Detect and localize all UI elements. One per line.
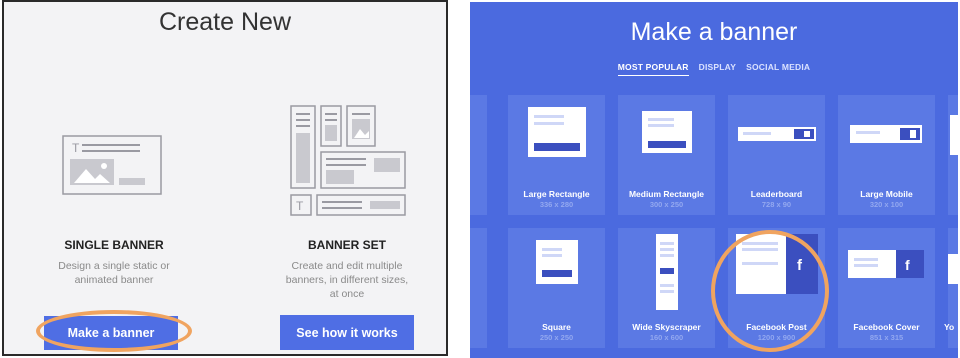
make-a-banner-title: Make a banner	[630, 18, 798, 46]
tile-name: Facebook Post	[746, 322, 807, 332]
svg-text:T: T	[296, 199, 304, 213]
tab-most-popular[interactable]: MOST POPULAR	[617, 62, 689, 76]
facebook-post-icon: f	[736, 234, 818, 294]
banner-set-desc-line: at once	[329, 288, 365, 300]
banner-size-tile[interactable]: Medium Rectangle 300 x 250	[618, 95, 715, 215]
banner-set-illustration-icon: T	[290, 105, 406, 216]
single-banner-title: SINGLE BANNER	[64, 238, 164, 252]
medium-rectangle-icon	[642, 111, 692, 153]
banner-size-tile-partial[interactable]: Yo	[944, 228, 958, 348]
tile-name: Facebook Cover	[853, 322, 920, 332]
tile-name: Square	[542, 322, 571, 332]
banner-size-tile[interactable]: f Facebook Post 1200 x 900	[728, 228, 825, 348]
tile-name: Leaderboard	[750, 189, 803, 199]
tile-size: 851 x 315	[869, 333, 904, 342]
tile-size: 1200 x 900	[757, 333, 796, 342]
wide-skyscraper-icon	[656, 234, 678, 310]
single-banner-description: Design a single static or animated banne…	[29, 259, 199, 287]
make-a-banner-button[interactable]: Make a banner	[44, 316, 178, 350]
single-banner-desc-line: Design a single static or	[58, 260, 170, 272]
make-a-banner-panel: Make a banner MOST POPULAR DISPLAY SOCIA…	[470, 2, 958, 358]
banner-size-tile-partial[interactable]	[948, 95, 958, 215]
tile-size: 320 x 100	[869, 200, 904, 209]
facebook-cover-icon: f	[848, 250, 924, 278]
size-category-tabs: MOST POPULAR DISPLAY SOCIAL MEDIA	[470, 62, 958, 76]
leaderboard-icon	[738, 127, 816, 141]
banner-size-tile[interactable]: Square 250 x 250	[508, 228, 605, 348]
tile-size: 160 x 600	[649, 333, 684, 342]
single-banner-desc-line: animated banner	[74, 274, 154, 286]
banner-size-tile-partial[interactable]	[470, 228, 487, 348]
square-icon	[536, 240, 578, 284]
single-banner-illustration-icon: T	[62, 135, 162, 195]
large-rectangle-icon	[528, 107, 586, 157]
banner-size-tile[interactable]: Wide Skyscraper 160 x 600	[618, 228, 715, 348]
tile-size: 250 x 250	[539, 333, 574, 342]
tile-size: 728 x 90	[761, 200, 792, 209]
tile-size: 336 x 280	[539, 200, 574, 209]
partial-tile-icon	[950, 115, 958, 155]
see-how-it-works-button[interactable]: See how it works	[280, 315, 414, 350]
tile-name: Yo	[944, 322, 955, 332]
svg-text:T: T	[72, 141, 80, 155]
tile-name: Wide Skyscraper	[632, 322, 701, 332]
partial-tile-icon	[948, 254, 958, 284]
large-mobile-icon	[850, 125, 922, 143]
create-new-title: Create New	[159, 8, 291, 36]
tile-name: Large Rectangle	[523, 189, 590, 199]
banner-size-tile[interactable]: Leaderboard 728 x 90	[728, 95, 825, 215]
tile-name: Medium Rectangle	[628, 189, 705, 199]
banner-size-tile[interactable]: f Facebook Cover 851 x 315	[838, 228, 935, 348]
banner-size-tile-partial[interactable]	[470, 95, 487, 215]
banner-set-desc-line: banners, in different sizes,	[285, 274, 409, 286]
svg-text:f: f	[905, 257, 910, 273]
banner-set-title: BANNER SET	[307, 238, 386, 252]
tab-social-media[interactable]: SOCIAL MEDIA	[746, 62, 810, 76]
banner-size-tile[interactable]: Large Mobile 320 x 100	[838, 95, 935, 215]
create-new-panel: Create New T T SINGLE BANNER Design a si…	[2, 0, 448, 356]
tile-size: 300 x 250	[649, 200, 684, 209]
banner-set-description: Create and edit multiple banners, in dif…	[262, 259, 432, 301]
tab-display[interactable]: DISPLAY	[699, 62, 736, 76]
banner-set-desc-line: Create and edit multiple	[291, 260, 403, 272]
banner-size-tile[interactable]: Large Rectangle 336 x 280	[508, 95, 605, 215]
tile-name: Large Mobile	[860, 189, 913, 199]
